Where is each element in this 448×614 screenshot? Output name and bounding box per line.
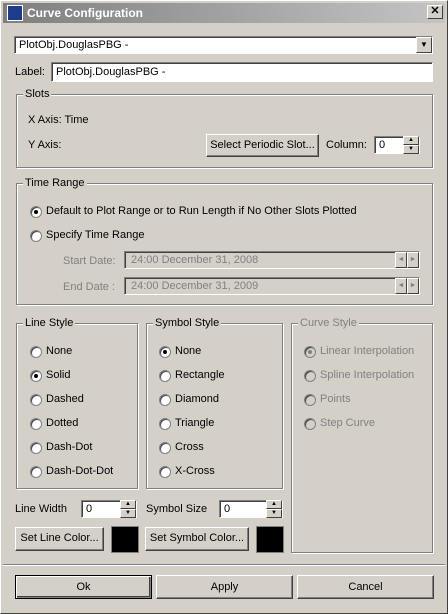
line-style-radio-dotted[interactable] [30, 418, 42, 430]
time-range-legend: Time Range [23, 177, 87, 189]
curve-style-radio-points[interactable] [304, 394, 316, 406]
title-bar[interactable]: Curve Configuration ✕ [3, 3, 445, 23]
line-style-option-label: Dotted [46, 417, 79, 429]
symbol-style-radio-x-cross[interactable] [159, 466, 171, 478]
line-style-radio-dash-dot-dot[interactable] [30, 466, 42, 478]
spin-down-icon[interactable]: ▼ [120, 509, 136, 518]
symbol-style-option-label: Triangle [175, 417, 215, 429]
default-range-label: Default to Plot Range or to Run Length i… [46, 205, 357, 217]
window-title: Curve Configuration [27, 6, 143, 20]
curve-style-legend: Curve Style [298, 317, 359, 329]
start-date-label: Start Date: [63, 255, 116, 267]
curve-style-option-label: Points [320, 393, 351, 405]
line-width-spin-buttons[interactable]: ▲ ▼ [120, 500, 136, 518]
x-axis-label: X Axis: Time [28, 114, 89, 126]
symbol-style-option-label: X-Cross [175, 465, 215, 477]
ok-button[interactable]: Ok [15, 575, 152, 599]
line-style-radio-dash-dot[interactable] [30, 442, 42, 454]
symbol-color-swatch[interactable] [256, 526, 284, 553]
line-style-option-label: Dash-Dot [46, 441, 93, 453]
symbol-style-radio-diamond[interactable] [159, 394, 171, 406]
cancel-button[interactable]: Cancel [297, 575, 434, 599]
column-value: 0 [379, 139, 386, 151]
spin-down-icon[interactable]: ▼ [403, 145, 419, 154]
symbol-style-option-label: Cross [175, 441, 204, 453]
line-color-swatch[interactable] [111, 526, 139, 553]
app-icon [7, 5, 23, 21]
label-input[interactable]: PlotObj.DouglasPBG - [51, 62, 433, 82]
symbol-style-option-label: None [175, 345, 202, 357]
spin-up-icon[interactable]: ▲ [120, 500, 136, 509]
separator [3, 564, 445, 566]
curve-style-radio-step-curve[interactable] [304, 418, 316, 430]
symbol-style-legend: Symbol Style [153, 317, 222, 329]
spin-up-icon[interactable]: ▲ [403, 136, 419, 145]
apply-button[interactable]: Apply [156, 575, 293, 599]
column-spin-buttons[interactable]: ▲ ▼ [403, 136, 419, 154]
line-style-option-label: Dash-Dot-Dot [46, 465, 114, 477]
symbol-size-label: Symbol Size [146, 503, 208, 515]
end-date-label: End Date : [63, 281, 115, 293]
curve-style-radio-linear-interpolation[interactable] [304, 346, 316, 358]
symbol-size-spinner[interactable]: 0 ▲ ▼ [219, 500, 283, 518]
start-date-value: 24:00 December 31, 2008 [131, 254, 259, 266]
line-width-label: Line Width [15, 503, 67, 515]
close-button[interactable]: ✕ [427, 5, 443, 19]
line-style-legend: Line Style [23, 317, 76, 329]
symbol-size-value: 0 [224, 503, 231, 515]
symbol-style-option-label: Rectangle [175, 369, 225, 381]
symbol-style-radio-cross[interactable] [159, 442, 171, 454]
object-select-value: PlotObj.DouglasPBG - [19, 39, 129, 51]
line-width-spinner[interactable]: 0 ▲ ▼ [81, 500, 137, 518]
chevron-down-icon[interactable]: ▼ [416, 37, 432, 53]
y-axis-label: Y Axis: [28, 139, 62, 151]
line-style-radio-none[interactable] [30, 346, 42, 358]
spin-down-icon[interactable]: ▼ [266, 509, 282, 518]
label-input-value: PlotObj.DouglasPBG - [56, 66, 166, 78]
spin-up-icon[interactable]: ▲ [266, 500, 282, 509]
select-periodic-slot-button[interactable]: Select Periodic Slot... [206, 134, 319, 157]
chevron-left-icon[interactable]: ◄ [395, 278, 407, 294]
default-range-radio[interactable] [30, 206, 42, 218]
symbol-style-radio-triangle[interactable] [159, 418, 171, 430]
chevron-right-icon[interactable]: ► [407, 278, 419, 294]
specify-range-radio[interactable] [30, 230, 42, 242]
symbol-style-radio-none[interactable] [159, 346, 171, 358]
line-style-option-label: Dashed [46, 393, 84, 405]
end-date-field[interactable]: 24:00 December 31, 2009 ◄ ► [124, 277, 420, 295]
curve-style-option-label: Step Curve [320, 417, 376, 429]
symbol-size-spin-buttons[interactable]: ▲ ▼ [266, 500, 282, 518]
specify-range-label: Specify Time Range [46, 229, 145, 241]
line-style-option-label: None [46, 345, 73, 357]
curve-style-radio-spline-interpolation[interactable] [304, 370, 316, 382]
end-date-value: 24:00 December 31, 2009 [131, 280, 259, 292]
chevron-left-icon[interactable]: ◄ [395, 252, 407, 268]
line-style-radio-solid[interactable] [30, 370, 42, 382]
line-width-value: 0 [86, 503, 93, 515]
label-caption: Label: [15, 66, 45, 78]
curve-style-option-label: Linear Interpolation [320, 345, 415, 357]
curve-configuration-dialog: Curve Configuration ✕ PlotObj.DouglasPBG… [0, 0, 448, 614]
set-symbol-color-button[interactable]: Set Symbol Color... [145, 527, 249, 551]
column-spinner[interactable]: 0 ▲ ▼ [374, 136, 420, 154]
symbol-style-radio-rectangle[interactable] [159, 370, 171, 382]
line-style-option-label: Solid [46, 369, 71, 381]
symbol-style-option-label: Diamond [175, 393, 220, 405]
curve-style-option-label: Spline Interpolation [320, 369, 415, 381]
column-label: Column: [326, 139, 367, 151]
set-line-color-button[interactable]: Set Line Color... [15, 527, 104, 551]
start-date-field[interactable]: 24:00 December 31, 2008 ◄ ► [124, 251, 420, 269]
slots-legend: Slots [23, 88, 52, 100]
line-style-radio-dashed[interactable] [30, 394, 42, 406]
chevron-right-icon[interactable]: ► [407, 252, 419, 268]
object-select[interactable]: PlotObj.DouglasPBG - ▼ [14, 36, 433, 54]
